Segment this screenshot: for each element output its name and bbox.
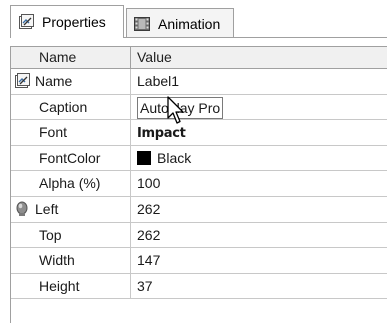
tab-properties-label: Properties (42, 14, 106, 30)
property-label: Font (11, 120, 131, 145)
film-strip-icon (134, 16, 150, 32)
property-value[interactable]: Label1 (131, 69, 387, 94)
property-label: FontColor (11, 145, 131, 171)
color-name: Black (157, 149, 192, 166)
property-value[interactable]: 262 (131, 197, 387, 222)
tab-strip: Properties Animation (0, 0, 387, 38)
property-label: Height (11, 273, 131, 299)
font-value-text: Impact (137, 126, 186, 142)
property-row-top[interactable]: Top 262 (11, 222, 387, 249)
property-label: Left (11, 196, 131, 222)
property-label: Top (11, 222, 131, 248)
property-row-height[interactable]: Height 37 (11, 273, 387, 300)
property-label: Caption (11, 94, 131, 120)
property-row-name[interactable]: Name Label1 (11, 69, 387, 95)
column-header-name[interactable]: Name (11, 47, 131, 68)
property-row-alpha[interactable]: Alpha (%) 100 (11, 171, 387, 197)
tab-properties[interactable]: Properties (10, 5, 124, 38)
tab-animation-label: Animation (158, 15, 221, 32)
tab-animation[interactable]: Animation (126, 8, 234, 38)
mouse-cursor-icon (167, 96, 184, 124)
column-header-value[interactable]: Value (131, 47, 387, 68)
properties-panel: Properties Animation Name Value Name Lab… (0, 0, 387, 323)
property-value[interactable]: 147 (131, 248, 387, 273)
color-swatch (137, 150, 151, 165)
property-row-caption[interactable]: Caption Autoplay Pro (11, 94, 387, 121)
property-label: Alpha (%) (11, 171, 131, 196)
property-row-font[interactable]: Font Impact (11, 120, 387, 146)
property-label: Name (11, 69, 131, 94)
property-label: Width (11, 248, 131, 273)
property-row-width[interactable]: Width 147 (11, 248, 387, 274)
property-value[interactable]: 37 (131, 274, 387, 299)
property-row-fontcolor[interactable]: FontColor Black (11, 145, 387, 172)
properties-icon (18, 14, 34, 30)
property-rows: Name Label1 Caption Autoplay Pro Font Im… (11, 69, 387, 300)
property-value[interactable]: Black (131, 146, 387, 171)
property-row-left[interactable]: Left 262 (11, 196, 387, 223)
property-value[interactable]: 100 (131, 171, 387, 196)
grid-header: Name Value (11, 47, 387, 69)
property-value[interactable]: 262 (131, 223, 387, 248)
property-grid: Name Value Name Label1 Caption Autoplay … (10, 46, 387, 323)
